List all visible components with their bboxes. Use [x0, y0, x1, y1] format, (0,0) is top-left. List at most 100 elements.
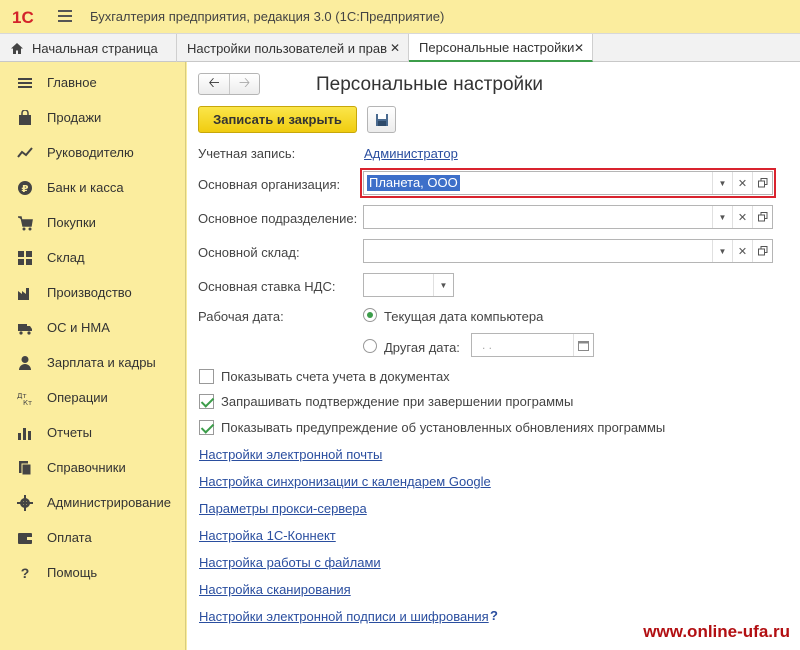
- link-proxy-settings[interactable]: Параметры прокси-сервера: [199, 501, 367, 516]
- dropdown-arrow-icon[interactable]: ▼: [712, 240, 732, 262]
- checkbox-confirm-exit[interactable]: [199, 394, 214, 409]
- sidebar-item-label: Оплата: [47, 530, 92, 545]
- sidebar-item-label: ОС и НМА: [47, 320, 110, 335]
- wallet-icon: [18, 532, 32, 544]
- grid-icon: [18, 250, 32, 265]
- navigation-buttons: 🡠 🡢: [198, 73, 260, 95]
- sidebar-item-fixed-assets[interactable]: ОС и НМА: [0, 310, 186, 345]
- clear-icon[interactable]: ✕: [732, 206, 752, 228]
- svg-text:₽: ₽: [22, 184, 29, 195]
- sidebar-item-label: Руководителю: [47, 145, 134, 160]
- division-field[interactable]: ▼ ✕: [363, 205, 773, 229]
- open-icon[interactable]: [752, 240, 772, 262]
- sidebar-item-label: Производство: [47, 285, 132, 300]
- save-and-close-button[interactable]: Записать и закрыть: [198, 106, 357, 133]
- tab-home[interactable]: Начальная страница: [0, 34, 177, 62]
- dropdown-arrow-icon[interactable]: ▼: [712, 206, 732, 228]
- link-google-calendar-sync[interactable]: Настройка синхронизации с календарем Goo…: [199, 474, 491, 489]
- main-panel: 🡠 🡢 Персональные настройки Записать и за…: [187, 62, 800, 650]
- 1c-logo-icon[interactable]: 1С: [12, 7, 44, 27]
- person-icon: [19, 355, 31, 370]
- dt-kt-icon: ДтКт: [17, 392, 32, 406]
- main-menu-icon[interactable]: [58, 10, 72, 22]
- tab-label: Начальная страница: [32, 40, 158, 56]
- menu-lines-icon: [18, 77, 32, 88]
- sidebar-item-label: Главное: [47, 75, 97, 90]
- dropdown-arrow-icon[interactable]: ▼: [712, 172, 732, 194]
- open-icon[interactable]: [752, 206, 772, 228]
- account-link[interactable]: Администратор: [364, 146, 458, 161]
- sidebar-item-payment[interactable]: Оплата: [0, 520, 186, 555]
- checkbox-label: Запрашивать подтверждение при завершении…: [221, 394, 574, 409]
- help-question-icon[interactable]: ?: [490, 608, 498, 623]
- home-icon: [11, 42, 23, 54]
- sidebar-item-administration[interactable]: Администрирование: [0, 485, 186, 520]
- back-arrow-icon[interactable]: 🡠: [199, 74, 229, 94]
- sidebar-item-help[interactable]: ? Помощь: [0, 555, 186, 590]
- sidebar: Главное Продажи Руководителю ₽ Банк и ка…: [0, 62, 186, 650]
- link-scanning-settings[interactable]: Настройка сканирования: [199, 582, 351, 597]
- sidebar-item-bank[interactable]: ₽ Банк и касса: [0, 170, 186, 205]
- tab-user-rights-settings[interactable]: Настройки пользователей и прав ✕: [177, 34, 409, 62]
- clear-icon[interactable]: ✕: [732, 172, 752, 194]
- warehouse-label: Основной склад:: [198, 245, 300, 260]
- radio-other-date[interactable]: [363, 339, 377, 353]
- sidebar-item-label: Банк и касса: [47, 180, 124, 195]
- sidebar-item-sales[interactable]: Продажи: [0, 100, 186, 135]
- open-icon[interactable]: [752, 172, 772, 194]
- link-email-settings[interactable]: Настройки электронной почты: [199, 447, 382, 462]
- vat-rate-field[interactable]: ▼: [363, 273, 454, 297]
- sidebar-item-purchases[interactable]: Покупки: [0, 205, 186, 240]
- dropdown-arrow-icon[interactable]: ▼: [433, 274, 453, 296]
- sidebar-item-production[interactable]: Производство: [0, 275, 186, 310]
- close-icon[interactable]: ✕: [390, 41, 400, 55]
- cart-icon: [18, 215, 33, 230]
- sidebar-item-label: Склад: [47, 250, 85, 265]
- other-date-field[interactable]: . .: [471, 333, 594, 357]
- checkbox-update-warning[interactable]: [199, 420, 214, 435]
- sidebar-item-main[interactable]: Главное: [0, 65, 186, 100]
- radio-current-date-label: Текущая дата компьютера: [384, 309, 544, 324]
- sidebar-item-label: Администрирование: [47, 495, 171, 510]
- gear-icon: [17, 494, 33, 511]
- sidebar-item-label: Зарплата и кадры: [47, 355, 156, 370]
- tab-personal-settings[interactable]: Персональные настройки ✕: [409, 34, 593, 62]
- link-1c-connect[interactable]: Настройка 1С-Коннект: [199, 528, 336, 543]
- workdate-label: Рабочая дата:: [198, 309, 284, 324]
- close-icon[interactable]: ✕: [574, 41, 584, 55]
- svg-text:Кт: Кт: [23, 399, 32, 406]
- watermark: www.online-ufa.ru: [643, 622, 790, 641]
- sidebar-item-warehouse[interactable]: Склад: [0, 240, 186, 275]
- checkbox-label: Показывать предупреждение об установленн…: [221, 420, 666, 435]
- organization-label: Основная организация:: [198, 177, 341, 192]
- shopping-bag-icon: [19, 109, 31, 125]
- organization-field[interactable]: Планета, ООО ▼ ✕: [363, 171, 773, 195]
- save-button[interactable]: [367, 106, 396, 133]
- factory-icon: [18, 287, 29, 300]
- sidebar-item-reports[interactable]: Отчеты: [0, 415, 186, 450]
- tab-bar: Начальная страница Настройки пользовател…: [0, 33, 800, 62]
- checkbox-show-accounts[interactable]: [199, 369, 214, 384]
- sidebar-item-manager[interactable]: Руководителю: [0, 135, 186, 170]
- link-file-settings[interactable]: Настройка работы с файлами: [199, 555, 381, 570]
- sidebar-item-catalogs[interactable]: Справочники: [0, 450, 186, 485]
- radio-current-date[interactable]: [363, 308, 377, 322]
- tab-label: Персональные настройки: [419, 39, 575, 55]
- forward-arrow-icon[interactable]: 🡢: [228, 74, 259, 94]
- calendar-icon[interactable]: [573, 334, 593, 356]
- question-icon: ?: [20, 564, 30, 581]
- link-signature-encryption[interactable]: Настройки электронной подписи и шифрован…: [199, 609, 489, 624]
- books-icon: [19, 460, 32, 475]
- trend-line-icon: [17, 146, 33, 158]
- sidebar-item-salary[interactable]: Зарплата и кадры: [0, 345, 186, 380]
- title-bar: 1С Бухгалтерия предприятия, редакция 3.0…: [0, 0, 800, 33]
- clear-icon[interactable]: ✕: [732, 240, 752, 262]
- page-title: Персональные настройки: [316, 74, 544, 95]
- app-title: Бухгалтерия предприятия, редакция 3.0 (1…: [90, 9, 445, 24]
- ruble-coin-icon: ₽: [18, 180, 32, 195]
- warehouse-field[interactable]: ▼ ✕: [363, 239, 773, 263]
- sidebar-item-operations[interactable]: Дт Кт Операции: [0, 380, 186, 415]
- vat-label: Основная ставка НДС:: [198, 279, 336, 294]
- sidebar-item-label: Справочники: [47, 460, 126, 475]
- sidebar-item-label: Помощь: [47, 565, 98, 580]
